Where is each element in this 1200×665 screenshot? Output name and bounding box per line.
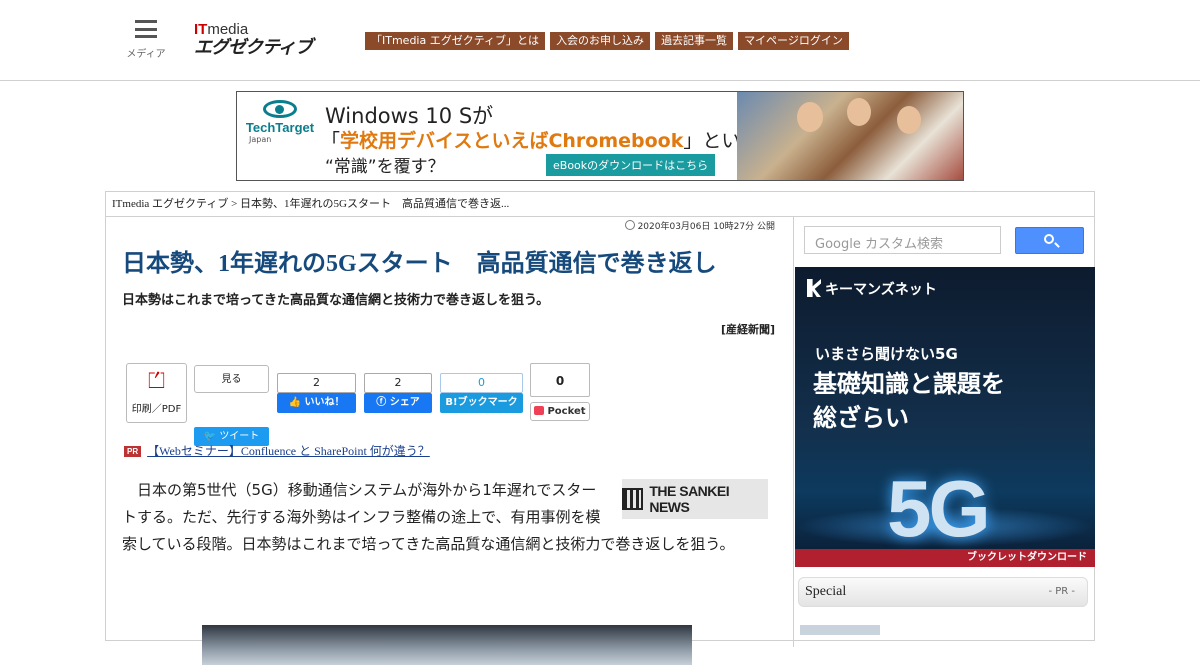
- breadcrumb[interactable]: ITmedia エグゼクティブ > 日本勢、1年遅れの5Gスタート 高品質通信で…: [106, 192, 1094, 217]
- facebook-icon: ⓕ: [376, 397, 390, 408]
- ad-line3: 総ざらい: [813, 404, 909, 432]
- banner-students-photo: [737, 92, 963, 180]
- logo-media: media: [207, 21, 249, 38]
- site-logo[interactable]: ITmedia エグゼクティブ: [194, 22, 339, 60]
- pocket-icon: [534, 406, 545, 415]
- like-count: 2: [277, 373, 356, 393]
- search-placeholder: カスタム検索: [864, 237, 943, 252]
- pdf-icon: ⏍: [148, 369, 165, 394]
- google-label: Google: [815, 237, 861, 252]
- facebook-like-button[interactable]: 👍 いいね！: [277, 393, 356, 413]
- twitter-count[interactable]: 見る: [194, 365, 269, 393]
- techtarget-sub: Japan: [249, 135, 272, 144]
- menu-label: メディア: [126, 49, 166, 60]
- pocket-button[interactable]: Pocket: [530, 402, 590, 421]
- header-nav: 「ITmedia エグゼクティブ」とは 入会のお申し込み 過去記事一覧 マイペー…: [365, 32, 849, 50]
- pr-webinar-link[interactable]: 【Webセミナー】Confluence と SharePoint 何が違う？: [147, 444, 430, 458]
- search-icon: [1044, 234, 1054, 244]
- media-menu-button[interactable]: メディア: [122, 20, 170, 60]
- techtarget-name: TechTarget: [245, 120, 315, 135]
- eye-icon: [263, 100, 297, 118]
- pocket-widget[interactable]: 0 Pocket: [530, 363, 590, 425]
- thumbs-up-icon: 👍: [288, 397, 305, 408]
- special-thumbnail[interactable]: [800, 625, 880, 635]
- logo-brand: エグゼクティブ: [194, 37, 313, 58]
- facebook-share-button[interactable]: ⓕ シェア: [364, 393, 432, 413]
- article-photo: [202, 625, 692, 665]
- logo-it: IT: [194, 21, 208, 38]
- hamburger-icon: [135, 20, 157, 38]
- special-title: Special: [805, 584, 847, 599]
- nav-mypage-login[interactable]: マイページログイン: [738, 32, 849, 50]
- sankei-logo-text: THE SANKEI NEWS: [649, 483, 730, 515]
- sidebar-ad-5g[interactable]: キーマンズネット いまさら聞けない5G 基礎知識と課題を 総ざらい 5G ブックレ…: [795, 267, 1095, 567]
- site-header: メディア ITmedia エグゼクティブ 「ITmedia エグゼクティブ」とは…: [0, 0, 1200, 81]
- special-section-header: Special - PR -: [798, 577, 1088, 607]
- article-source: [産経新聞]: [720, 323, 775, 336]
- k-logo-icon: [807, 279, 821, 297]
- keymans-logo: キーマンズネット: [807, 279, 937, 299]
- ad-line1: いまさら聞けない5G: [815, 345, 958, 363]
- like-label: いいね！: [304, 397, 345, 408]
- banner-line2-pre: 「: [321, 130, 341, 152]
- publish-date-text: 2020年03月06日 10時27分 公開: [637, 222, 775, 232]
- ad-5g-text: 5G: [887, 464, 991, 553]
- ad-line2: 基礎知識と課題を: [813, 370, 1005, 398]
- banner-line2: 「学校用デバイスといえばChromebook」という: [321, 126, 759, 153]
- keymans-name: キーマンズネット: [825, 282, 937, 298]
- banner-download-button[interactable]: eBookのダウンロードはこちら: [546, 154, 716, 176]
- sidebar: Google カスタム検索 キーマンズネット いまさら聞けない5G 基礎知識と課…: [794, 217, 1095, 647]
- nav-signup[interactable]: 入会のお申し込み: [550, 32, 651, 50]
- hatena-count: 0: [440, 373, 523, 393]
- article: 2020年03月06日 10時27分 公開 日本勢、1年遅れの5Gスタート 高品…: [106, 217, 794, 665]
- search-button[interactable]: [1015, 227, 1084, 254]
- main-content: ITmedia エグゼクティブ > 日本勢、1年遅れの5Gスタート 高品質通信で…: [105, 191, 1095, 665]
- ad-download-cta[interactable]: ブックレットダウンロード: [795, 549, 1095, 567]
- pr-tag: PR: [124, 446, 142, 457]
- banner-line3: “常識”を覆す？: [325, 157, 445, 177]
- publish-date: 2020年03月06日 10時27分 公開: [624, 219, 775, 232]
- nav-archive[interactable]: 過去記事一覧: [655, 32, 734, 50]
- tweet-label: ツイート: [219, 431, 260, 442]
- pr-link-row: PR 【Webセミナー】Confluence と SharePoint 何が違う？: [124, 442, 430, 459]
- special-pr-label: - PR -: [1048, 586, 1075, 597]
- print-pdf-button[interactable]: ⏍ 印刷／PDF: [126, 363, 187, 423]
- ad-headline: 基礎知識と課題を 総ざらい: [813, 367, 1005, 435]
- article-body: THE SANKEI NEWS 日本の第5世代（5G）移動通信システムが海外から…: [122, 477, 770, 558]
- pocket-count: 0: [530, 363, 590, 397]
- techtarget-logo: TechTarget Japan: [245, 100, 315, 144]
- pocket-label: Pocket: [547, 406, 586, 417]
- top-banner-ad[interactable]: TechTarget Japan Windows 10 Sが 「学校用デバイスと…: [236, 91, 964, 181]
- article-lead: 日本勢はこれまで培ってきた高品質な通信網と技術力で巻き返しを狙う。: [122, 293, 550, 308]
- share-label: シェア: [389, 397, 420, 408]
- banner-line2-highlight: 学校用デバイスといえばChromebook: [340, 130, 684, 152]
- clock-icon: [624, 220, 635, 230]
- hatena-bookmark-button[interactable]: B!ブックマーク: [440, 393, 523, 413]
- sankei-news-logo[interactable]: THE SANKEI NEWS: [622, 479, 768, 519]
- facebook-share-count: 2: [364, 373, 432, 393]
- article-title: 日本勢、1年遅れの5Gスタート 高品質通信で巻き返し: [122, 251, 717, 277]
- search-input[interactable]: Google カスタム検索: [804, 226, 1001, 254]
- nav-about[interactable]: 「ITmedia エグゼクティブ」とは: [365, 32, 546, 50]
- print-pdf-label: 印刷／PDF: [131, 404, 182, 415]
- twitter-bird-icon: 🐦: [203, 431, 220, 442]
- sankei-mark-icon: [622, 488, 644, 510]
